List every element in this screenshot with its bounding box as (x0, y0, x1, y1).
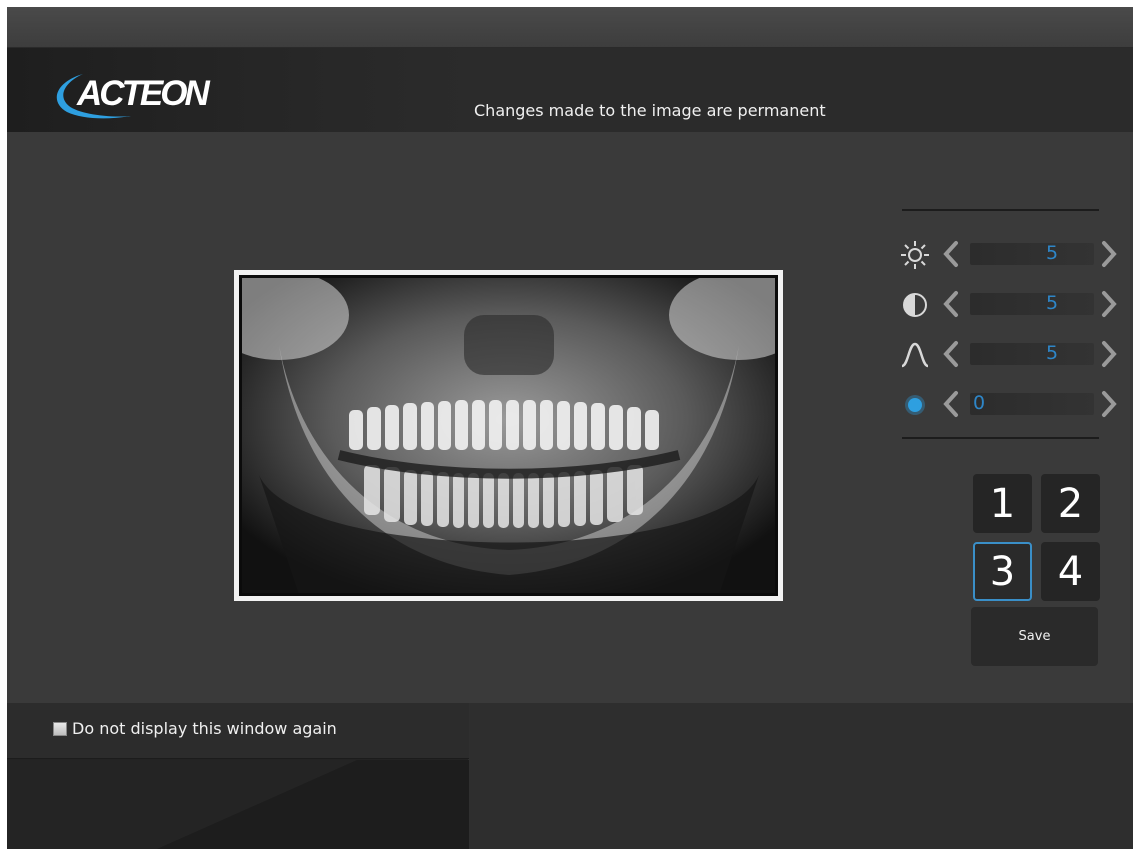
preset-button-2[interactable]: 2 (1041, 474, 1100, 533)
xray-image-frame (234, 270, 783, 601)
image-adjust-window: ACTEON Changes made to the image are per… (7, 7, 1133, 849)
dont-show-again-label[interactable]: Do not display this window again (72, 719, 337, 738)
main-panel: 5 5 5 0 1 2 3 4 Save (7, 132, 1133, 703)
filter-increase-chevron-right-icon[interactable] (1098, 390, 1120, 418)
adjust-bottom-divider (902, 437, 1099, 439)
footer: Do not display this window again (7, 703, 1133, 849)
contrast-decrease-chevron-left-icon[interactable] (940, 290, 962, 318)
acteon-logo: ACTEON (47, 68, 227, 123)
preset-button-1[interactable]: 1 (973, 474, 1032, 533)
contrast-increase-chevron-right-icon[interactable] (1098, 290, 1120, 318)
footer-left-panel: Do not display this window again (7, 703, 469, 849)
filter-track[interactable] (970, 393, 1094, 415)
gamma-row: 5 (900, 336, 1120, 372)
adjust-top-divider (902, 209, 1099, 211)
brightness-decrease-chevron-left-icon[interactable] (940, 240, 962, 268)
brightness-row: 5 (900, 236, 1120, 272)
footer-right-panel (470, 703, 1133, 849)
filter-value: 0 (973, 392, 986, 414)
gamma-value: 5 (1046, 342, 1059, 364)
curve-icon (901, 342, 929, 368)
filter-decrease-chevron-left-icon[interactable] (940, 390, 962, 418)
blue-dot-icon (905, 395, 925, 415)
dont-show-again-checkbox[interactable] (53, 722, 67, 736)
sun-icon (901, 241, 929, 269)
brightness-increase-chevron-right-icon[interactable] (1098, 240, 1120, 268)
title-bar[interactable] (7, 7, 1133, 48)
header: ACTEON Changes made to the image are per… (7, 48, 1133, 132)
filter-row: 0 (900, 386, 1120, 422)
save-button[interactable]: Save (971, 607, 1098, 666)
logo-text: ACTEON (77, 74, 210, 113)
dont-show-again-row: Do not display this window again (7, 703, 469, 759)
panoramic-xray-image[interactable] (239, 275, 778, 596)
gamma-track[interactable] (970, 343, 1094, 365)
contrast-row: 5 (900, 286, 1120, 322)
gamma-decrease-chevron-left-icon[interactable] (940, 340, 962, 368)
contrast-track[interactable] (970, 293, 1094, 315)
brightness-track[interactable] (970, 243, 1094, 265)
contrast-value: 5 (1046, 292, 1059, 314)
gamma-increase-chevron-right-icon[interactable] (1098, 340, 1120, 368)
half-circle-icon (903, 293, 927, 317)
brightness-value: 5 (1046, 242, 1059, 264)
footer-decoration (7, 760, 469, 849)
xray-illustration (239, 275, 778, 596)
preset-button-3[interactable]: 3 (973, 542, 1032, 601)
permanent-changes-notice: Changes made to the image are permanent (474, 101, 826, 120)
logo-panel: ACTEON (7, 48, 469, 132)
preset-button-4[interactable]: 4 (1041, 542, 1100, 601)
